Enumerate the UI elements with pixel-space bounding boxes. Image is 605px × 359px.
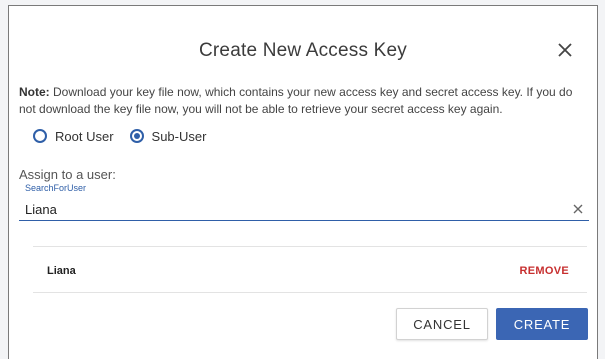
search-user-input[interactable]: Liana — [25, 202, 57, 217]
radio-sub-user-circle[interactable] — [129, 129, 144, 143]
dialog-title: Create New Access Key — [198, 40, 407, 61]
clear-icon — [573, 204, 583, 214]
create-button[interactable]: CREATE — [496, 308, 588, 340]
close-icon — [558, 43, 572, 57]
user-type-radio-group: Root User Sub-User — [33, 126, 222, 146]
close-button[interactable] — [555, 40, 575, 60]
divider-top — [33, 246, 587, 247]
remove-user-button[interactable]: REMOVE — [520, 265, 569, 277]
radio-root-user-label: Root User — [55, 128, 114, 144]
radio-sub-user-label: Sub-User — [151, 128, 207, 144]
search-user-floating-label: SearchForUser — [25, 183, 87, 193]
radio-selected-dot — [133, 133, 140, 139]
assign-user-label: Assign to a user: — [19, 167, 116, 182]
create-access-key-dialog: Create New Access Key Note: Download you… — [8, 5, 598, 359]
radio-root-user[interactable]: Root User — [33, 129, 114, 144]
cancel-button[interactable]: CANCEL — [396, 308, 488, 340]
selected-user-name: Liana — [47, 265, 76, 277]
note-label: Note: — [19, 85, 50, 99]
divider-bottom — [33, 292, 587, 293]
note-text: Note: Download your key file now, which … — [19, 84, 587, 118]
note-body: Download your key file now, which contai… — [19, 85, 573, 116]
radio-root-user-circle[interactable] — [33, 129, 47, 143]
radio-sub-user[interactable]: Sub-User — [129, 128, 207, 144]
clear-search-button[interactable] — [571, 202, 585, 216]
search-input-underline — [19, 220, 589, 221]
